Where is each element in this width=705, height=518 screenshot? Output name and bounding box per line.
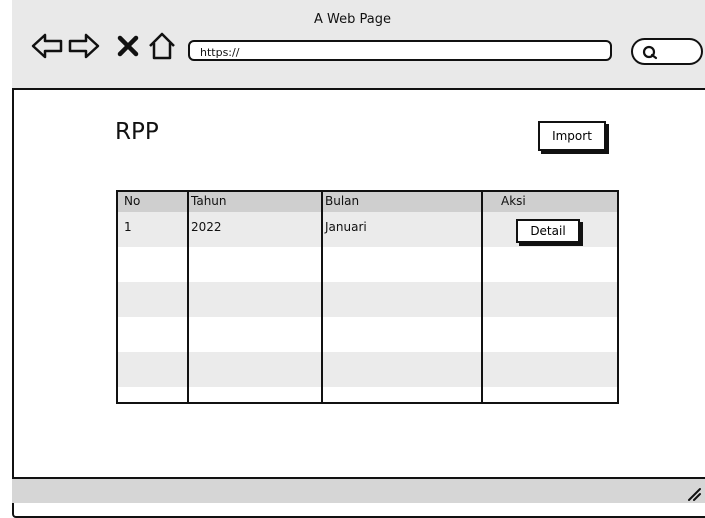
search-icon xyxy=(642,45,658,60)
column-divider xyxy=(481,192,483,402)
table-row-empty xyxy=(118,282,617,317)
back-arrow-icon[interactable] xyxy=(30,31,64,61)
cell-tahun: 2022 xyxy=(191,220,222,234)
page-title: RPP xyxy=(115,119,159,145)
close-x-icon[interactable] xyxy=(117,35,139,57)
table-row-empty xyxy=(118,387,617,402)
import-button[interactable]: Import xyxy=(538,121,606,151)
table-row-empty xyxy=(118,317,617,352)
column-divider xyxy=(187,192,189,402)
column-header-bulan: Bulan xyxy=(325,194,360,208)
search-button[interactable] xyxy=(631,38,703,65)
cell-no: 1 xyxy=(124,220,132,234)
resize-handle-icon[interactable] xyxy=(685,485,701,501)
cell-bulan: Januari xyxy=(325,220,367,234)
home-icon[interactable] xyxy=(146,31,178,61)
column-divider xyxy=(321,192,323,402)
window-title: A Web Page xyxy=(314,12,391,27)
browser-status-bar xyxy=(12,477,705,503)
column-header-aksi: Aksi xyxy=(501,194,526,208)
data-table: No Tahun Bulan Aksi 1 2022 Januari Detai… xyxy=(116,190,619,404)
column-header-tahun: Tahun xyxy=(191,194,227,208)
url-input[interactable]: https:// xyxy=(188,40,612,61)
detail-button[interactable]: Detail xyxy=(516,219,580,243)
table-row-empty xyxy=(118,247,617,282)
column-header-no: No xyxy=(124,194,141,208)
table-row-empty xyxy=(118,352,617,387)
forward-arrow-icon[interactable] xyxy=(67,31,101,61)
